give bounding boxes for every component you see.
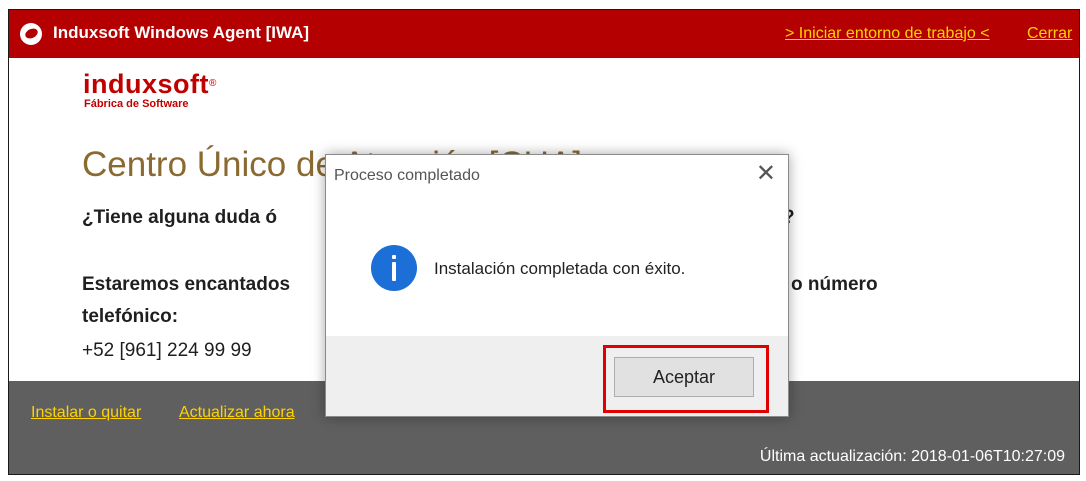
last-update-text: Última actualización: 2018-01-06T10:27:0… <box>759 448 1065 465</box>
brand-tagline: Fábrica de Software <box>84 98 189 110</box>
trademark-symbol: ® <box>209 78 217 89</box>
dialog-title: Proceso completado <box>334 167 480 184</box>
window-title: Induxsoft Windows Agent [IWA] <box>53 23 310 42</box>
start-workspace-link[interactable]: > Iniciar entorno de trabajo < <box>785 25 990 43</box>
close-link[interactable]: Cerrar <box>1027 25 1072 43</box>
completion-dialog: Proceso completado ✕ Instalación complet… <box>325 154 789 417</box>
app-logo-icon <box>20 23 42 45</box>
install-remove-link[interactable]: Instalar o quitar <box>31 404 141 422</box>
contact-text-line2: telefónico: <box>82 306 179 327</box>
question-text: ¿Tiene alguna duda ó <box>82 207 277 228</box>
footer-divider <box>61 474 85 475</box>
accept-button[interactable]: Aceptar <box>614 357 754 397</box>
update-now-link[interactable]: Actualizar ahora <box>179 404 295 422</box>
contact-text-end: o número <box>791 274 878 295</box>
contact-text: Estaremos encantados <box>82 274 291 295</box>
title-bar: Induxsoft Windows Agent [IWA] > Iniciar … <box>9 10 1079 58</box>
dialog-close-icon[interactable]: ✕ <box>756 162 776 186</box>
info-icon <box>371 245 417 291</box>
brand-name: induxsoft® <box>83 69 217 99</box>
brand-logo: induxsoft® Fábrica de Software <box>83 70 217 110</box>
phone-number: +52 [961] 224 99 99 <box>82 340 252 361</box>
dialog-message: Instalación completada con éxito. <box>434 259 686 278</box>
